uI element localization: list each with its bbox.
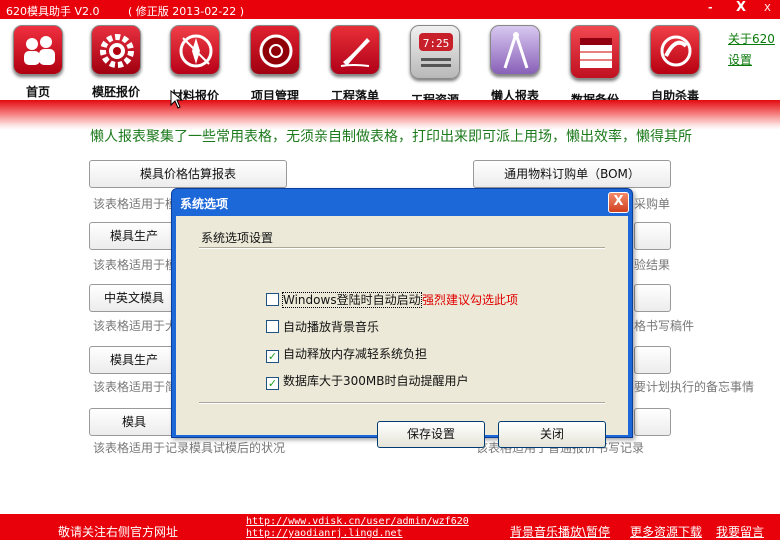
report-description: 该表格适用于简	[93, 380, 178, 394]
option-label: Windows登陆时自动启动	[282, 292, 422, 308]
report-button[interactable]	[634, 408, 671, 436]
option-label: 自动播放背景音乐	[283, 320, 380, 334]
report-button[interactable]: 模具生产	[89, 346, 179, 374]
option-free-memory-checkbox[interactable]: ✓ 自动释放内存减轻系统负担	[266, 345, 427, 363]
report-description: 验结果	[634, 258, 671, 272]
compass-icon	[170, 25, 220, 75]
antivirus-icon	[650, 25, 700, 75]
report-description: 要计划执行的备忘事情	[634, 380, 755, 394]
intro-text: 懒人报表聚集了一些常用表格，无须亲自制做表格，打印出来即可派上用场，懒出效率，懒…	[90, 129, 692, 145]
music-toggle-link[interactable]: 背景音乐播放\暂停	[510, 523, 610, 540]
footer-url-vdisk[interactable]: http://www.vdisk.cn/user/admin/wzf620	[246, 516, 469, 528]
main-toolbar: 首页 模胚报价 材料报价 项目管理 工程落单 7:25 工程资源 懒人报表	[0, 19, 780, 107]
report-description: 该表格适用于模	[93, 258, 178, 272]
report-button[interactable]: 通用物料订购单（BOM）	[473, 160, 671, 188]
footer-url-list: http://www.vdisk.cn/user/admin/wzf620 ht…	[246, 516, 469, 540]
close-button[interactable]: X	[736, 0, 746, 15]
report-button[interactable]: 中英文模具	[89, 284, 179, 312]
toolbar-label: 首页	[25, 85, 50, 99]
checkmark-icon: ✓	[266, 350, 279, 363]
report-button[interactable]: 模具价格估算报表	[89, 160, 287, 188]
toolbar-engineering-resources[interactable]: 7:25 工程资源	[405, 25, 465, 107]
dialog-body: 系统选项设置 Windows登陆时自动启动 强烈建议勾选此项 自动播放背景音乐 …	[176, 216, 628, 448]
toolbar-lazy-reports[interactable]: 懒人报表	[485, 25, 545, 103]
dialog-title: 系统选项	[180, 197, 229, 211]
option-autostart-checkbox[interactable]: Windows登陆时自动启动	[266, 291, 422, 308]
checkbox-box	[266, 293, 279, 306]
mouse-cursor-icon	[170, 90, 184, 109]
toolbar-antivirus[interactable]: 自助杀毒	[645, 25, 705, 103]
report-description: 格书写稿件	[634, 319, 695, 333]
report-button[interactable]	[634, 284, 671, 312]
leave-message-link[interactable]: 我要留言	[716, 523, 764, 540]
toolbar-home[interactable]: 首页	[8, 25, 68, 101]
report-button[interactable]	[634, 222, 671, 250]
toolbar-label: 模胚报价	[91, 85, 140, 99]
pen-icon	[330, 25, 380, 75]
button-separator	[199, 402, 605, 404]
report-description: 该表格适用于记录模具试模后的状况	[93, 441, 286, 455]
option-label: 数据库大于300MB时自动提醒用户	[283, 374, 469, 388]
dialog-close-button[interactable]: 关闭	[498, 421, 606, 448]
group-title: 系统选项设置	[201, 231, 274, 245]
save-settings-button[interactable]: 保存设置	[377, 421, 485, 448]
svg-text:7:25: 7:25	[423, 37, 450, 50]
title-bar: 620模具助手 V2.0 ( 修正版 2013-02-22 ) - X X	[0, 0, 780, 19]
report-description: 采购单	[634, 197, 671, 211]
report-button[interactable]: 模具	[89, 408, 179, 436]
group-separator	[199, 247, 605, 249]
toolbar-project-management[interactable]: 项目管理	[245, 25, 305, 103]
clock-icon: 7:25	[410, 25, 460, 79]
minimize-button[interactable]: -	[708, 1, 713, 14]
about-link[interactable]: 关于620	[728, 29, 775, 50]
footer-bar: 敬请关注右侧官方网址 http://www.vdisk.cn/user/admi…	[0, 514, 780, 540]
calendar-icon	[570, 25, 620, 79]
settings-link[interactable]: 设置	[728, 50, 775, 71]
option-db-size-alert-checkbox[interactable]: ✓ 数据库大于300MB时自动提醒用户	[266, 372, 469, 390]
toolbar-mold-base-quote[interactable]: 模胚报价	[86, 25, 146, 101]
gear-icon	[91, 25, 141, 75]
version-note: ( 修正版 2013-02-22 )	[128, 5, 244, 18]
footer-notice: 敬请关注右侧官方网址	[58, 525, 179, 539]
option-bg-music-checkbox[interactable]: 自动播放背景音乐	[266, 318, 379, 335]
recommend-warning: 强烈建议勾选此项	[422, 293, 519, 307]
checkbox-box	[266, 320, 279, 333]
dialog-close-icon[interactable]: X	[608, 192, 629, 213]
toolbar-data-backup[interactable]: 数据备份	[565, 25, 625, 107]
toolbar-engineering-order[interactable]: 工程落单	[325, 25, 385, 103]
report-description: 该表格适用于大	[93, 319, 178, 333]
more-resources-link[interactable]: 更多资源下载	[630, 523, 702, 540]
report-description: 该表格适用于模	[93, 197, 178, 211]
report-button[interactable]	[634, 346, 671, 374]
disc-icon	[250, 25, 300, 75]
home-people-icon	[13, 25, 63, 75]
footer-url-lingd[interactable]: http://yaodianrj.lingd.net	[246, 528, 469, 540]
extra-close-button[interactable]: X	[764, 3, 771, 14]
app-title: 620模具助手 V2.0	[6, 5, 100, 18]
system-options-dialog: 系统选项 X 系统选项设置 Windows登陆时自动启动 强烈建议勾选此项 自动…	[171, 188, 633, 448]
report-button[interactable]: 模具生产	[89, 222, 179, 250]
checkmark-icon: ✓	[266, 377, 279, 390]
side-links: 关于620 设置	[728, 29, 775, 71]
ruler-icon	[490, 25, 540, 75]
option-label: 自动释放内存减轻系统负担	[283, 347, 428, 361]
